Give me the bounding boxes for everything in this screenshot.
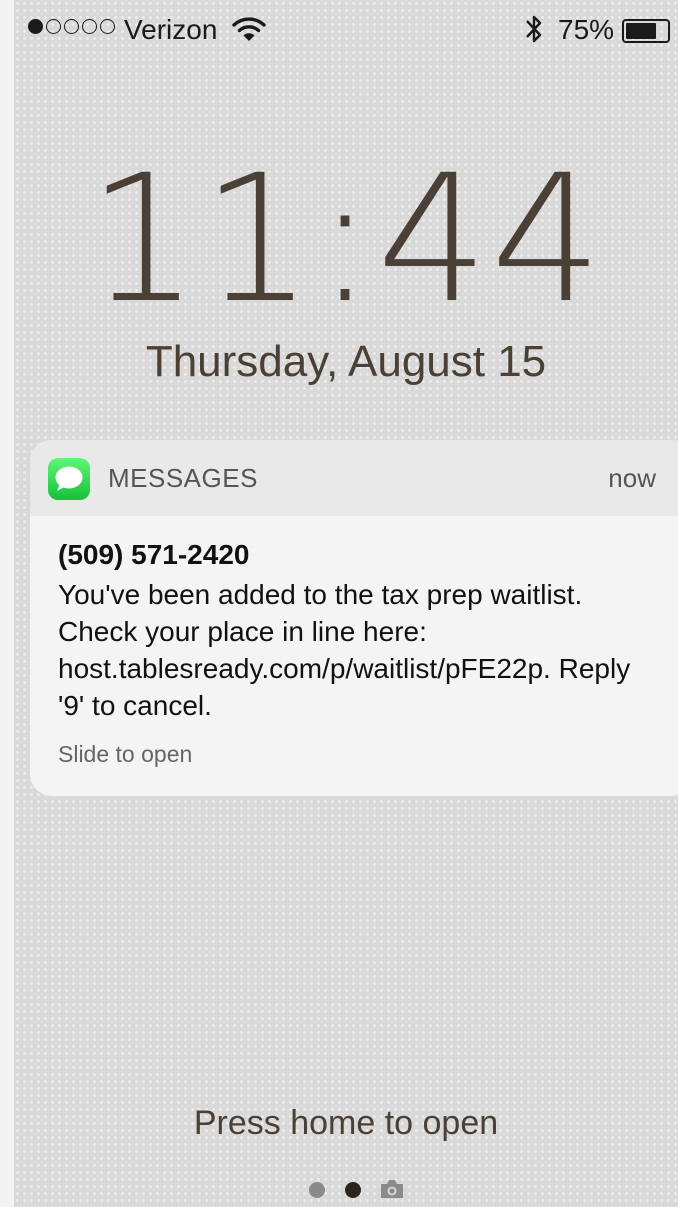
lock-screen-date: Thursday, August 15 [145,337,547,386]
signal-dot [28,19,43,34]
notification-time: now [608,463,656,493]
page-dot [309,1182,325,1198]
signal-dot [46,19,61,34]
signal-dot [82,19,97,34]
lock-screen: Verizon 75% 11:44 Thursday, August 15 ME… [14,0,678,1207]
notification-message-body: You've been added to the tax prep waitli… [58,579,631,721]
battery-icon [622,19,670,43]
signal-dot [64,19,79,34]
message-notification[interactable]: MESSAGES now (509) 571-2420 You've been … [30,440,678,796]
battery-percentage: 75% [558,14,615,45]
wifi-icon [232,17,266,41]
slide-to-open-hint: Slide to open [58,741,193,767]
notification-sender: (509) 571-2420 [58,539,250,570]
battery-level-fill [626,23,656,39]
press-home-prompt: Press home to open [193,1104,499,1142]
page-indicator [309,1178,409,1198]
page-dot-active [345,1182,361,1198]
camera-icon[interactable] [379,1178,405,1200]
notification-app-name: MESSAGES [108,463,258,493]
signal-strength-icon [28,19,115,34]
messages-icon [48,458,90,500]
lock-screen-time: 11:44 [87,137,605,342]
signal-dot [100,19,115,34]
status-bar: Verizon 75% [14,0,678,60]
notification-header: MESSAGES now [30,440,678,516]
carrier-name: Verizon [124,14,218,45]
bluetooth-icon [526,15,542,43]
